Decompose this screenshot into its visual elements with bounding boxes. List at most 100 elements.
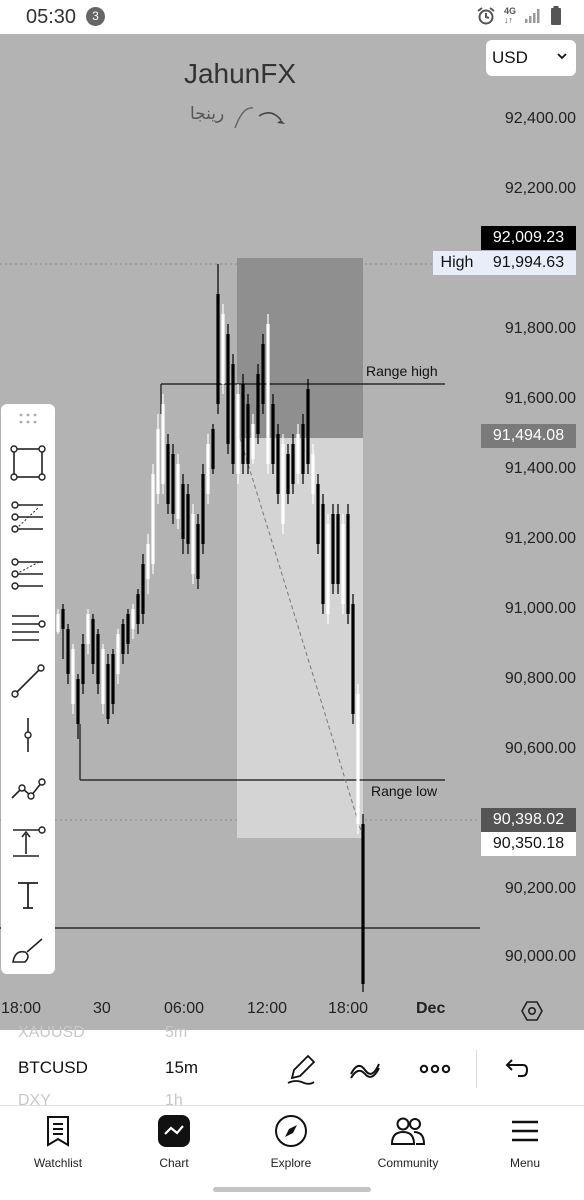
time-axis-label: 06:00 bbox=[164, 1000, 205, 1017]
compass-icon bbox=[275, 1115, 307, 1147]
rectangle-tool-icon[interactable] bbox=[9, 444, 47, 482]
interval-value[interactable]: 15m bbox=[165, 1058, 198, 1078]
price-axis-label: 92,400.00 bbox=[504, 110, 576, 127]
fib-retracement-icon[interactable] bbox=[9, 499, 47, 537]
candle-body bbox=[126, 614, 130, 644]
time-axis-label: 30 bbox=[93, 1000, 111, 1017]
signal-icon bbox=[525, 9, 540, 23]
candle-body bbox=[311, 454, 315, 494]
prev-symbol[interactable]: XAUUSD bbox=[18, 1024, 85, 1042]
nav-label: Community bbox=[377, 1156, 439, 1170]
time-axis-label: 18:00 bbox=[328, 1000, 369, 1017]
range-low-label[interactable]: Range low bbox=[371, 783, 437, 799]
candle-body bbox=[286, 454, 290, 494]
menu-icon bbox=[512, 1120, 538, 1142]
candle-body bbox=[191, 514, 195, 574]
nav-label: Chart bbox=[159, 1156, 189, 1170]
range-high-label[interactable]: Range high bbox=[366, 363, 438, 379]
high-label-tag: High bbox=[433, 251, 481, 275]
nav-label: Watchlist bbox=[33, 1156, 83, 1170]
candle-body bbox=[116, 634, 120, 674]
candle-body bbox=[241, 384, 245, 464]
more-options-icon[interactable] bbox=[418, 1052, 452, 1086]
price-axis-label: 91,800.00 bbox=[504, 320, 576, 337]
nav-watchlist[interactable]: Watchlist bbox=[8, 1114, 108, 1184]
candle-body bbox=[161, 404, 165, 484]
ask-price-tag: 90,350.18 bbox=[481, 832, 576, 856]
nav-chart[interactable]: Chart bbox=[124, 1114, 224, 1184]
candle-body bbox=[321, 504, 325, 604]
nav-label: Menu bbox=[509, 1156, 541, 1170]
horizontal-lines-icon[interactable] bbox=[9, 609, 47, 647]
community-icon bbox=[390, 1117, 426, 1145]
brush-icon[interactable] bbox=[9, 930, 47, 968]
path-icon[interactable] bbox=[9, 770, 47, 808]
drag-handle-icon[interactable] bbox=[18, 412, 38, 426]
home-indicator[interactable] bbox=[213, 1187, 371, 1192]
trend-line-icon[interactable] bbox=[9, 662, 47, 700]
price-axis-label: 90,000.00 bbox=[504, 948, 576, 965]
candle-body bbox=[181, 484, 185, 539]
draw-pen-icon[interactable] bbox=[284, 1052, 318, 1086]
vertical-line-icon[interactable] bbox=[9, 716, 47, 754]
candle-body bbox=[266, 324, 270, 464]
nav-explore[interactable]: Explore bbox=[241, 1114, 341, 1184]
candle-body bbox=[131, 609, 135, 629]
candle-body bbox=[186, 494, 190, 544]
long-position-icon[interactable] bbox=[9, 822, 47, 860]
chevron-down-icon bbox=[557, 53, 567, 60]
candle-body bbox=[231, 364, 235, 464]
candle-body bbox=[336, 514, 340, 584]
undo-icon[interactable] bbox=[498, 1052, 532, 1086]
price-axis-label: 90,800.00 bbox=[504, 670, 576, 687]
chart-settings-icon[interactable] bbox=[520, 1000, 544, 1022]
symbol-name[interactable]: BTCUSD bbox=[18, 1058, 88, 1078]
candle-body bbox=[296, 434, 300, 474]
status-time: 05:30 bbox=[26, 6, 77, 28]
zone-price-tag: 91,494.08 bbox=[481, 424, 576, 448]
candle-body bbox=[76, 679, 80, 724]
symbol-strip: XAUUSD 5m BTCUSD 15m DXY 1h bbox=[0, 1024, 584, 1109]
time-axis-label: 12:00 bbox=[247, 1000, 288, 1017]
candle-body bbox=[271, 404, 275, 464]
candle-body bbox=[356, 694, 360, 824]
high-price-tag: 91,994.63 bbox=[481, 251, 576, 275]
candle-body bbox=[156, 429, 160, 494]
candle-body bbox=[276, 434, 280, 494]
price-axis-label: 92,200.00 bbox=[504, 180, 576, 197]
candle-body bbox=[91, 619, 95, 664]
candle-body bbox=[361, 824, 365, 984]
chart-icon bbox=[158, 1115, 190, 1147]
price-axis-label: 91,200.00 bbox=[504, 530, 576, 547]
candle-body bbox=[206, 444, 210, 494]
candle-body bbox=[106, 664, 110, 719]
price-chart[interactable]: JahunFX رينجا USD 92,400.00 92,200.00 91… bbox=[0, 34, 584, 1030]
status-bar: 05:30 3 4G ↓↑ bbox=[0, 0, 584, 34]
candle-body bbox=[306, 389, 310, 464]
candle-body bbox=[176, 464, 180, 519]
app-screen: 05:30 3 4G ↓↑ JahunFX رينجا USD 92,400.0… bbox=[0, 0, 584, 1200]
candle-body bbox=[146, 544, 150, 579]
time-axis-label: 18:00 bbox=[1, 1000, 42, 1017]
candle-body bbox=[111, 654, 115, 704]
chart-canvas[interactable] bbox=[0, 34, 584, 1030]
network-type: 4G bbox=[503, 6, 516, 16]
currency-select[interactable]: USD bbox=[486, 40, 576, 76]
candle-body bbox=[86, 614, 90, 644]
fib-extension-icon[interactable] bbox=[9, 554, 47, 592]
candle-body bbox=[101, 649, 105, 704]
nav-community[interactable]: Community bbox=[358, 1114, 458, 1184]
price-axis-label: 91,400.00 bbox=[504, 460, 576, 477]
indicators-icon[interactable] bbox=[348, 1052, 382, 1086]
time-axis-month: Dec bbox=[416, 1000, 446, 1017]
battery-icon bbox=[551, 6, 561, 25]
price-axis-label: 91,600.00 bbox=[504, 390, 576, 407]
stop-zone[interactable] bbox=[237, 258, 363, 438]
text-tool-icon[interactable] bbox=[9, 876, 47, 914]
nav-menu[interactable]: Menu bbox=[475, 1114, 575, 1184]
candle-body bbox=[256, 374, 260, 434]
target-zone[interactable] bbox=[237, 438, 363, 838]
prev-interval[interactable]: 5m bbox=[165, 1024, 187, 1042]
candle-body bbox=[121, 624, 125, 654]
candle-body bbox=[261, 344, 265, 404]
